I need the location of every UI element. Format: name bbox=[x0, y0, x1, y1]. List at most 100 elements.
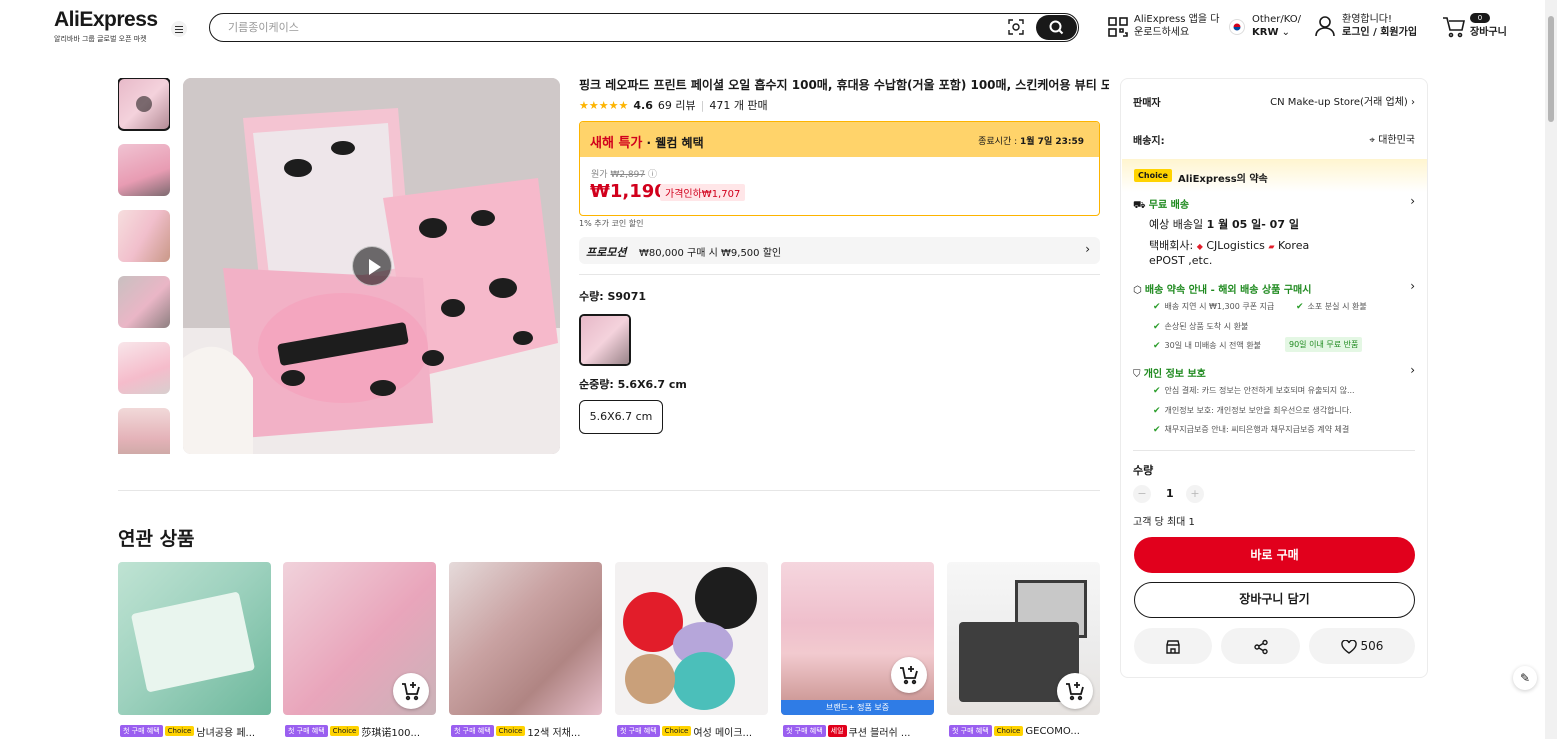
choice-promise-text: AliExpress의 약속 bbox=[1178, 174, 1268, 185]
related-product-image[interactable] bbox=[449, 562, 602, 715]
promotion-text: ₩80,000 구매 시 ₩9,500 할인 bbox=[639, 248, 782, 259]
edit-pencil-icon[interactable]: ✎ bbox=[1513, 666, 1537, 690]
privacy-title: 개인 정보 보호 bbox=[1143, 369, 1206, 380]
related-product-image[interactable]: 브랜드+ 정품 보증 bbox=[781, 562, 934, 715]
cart-label[interactable]: 장바구니 bbox=[1470, 26, 1507, 39]
product-name: 쿠션 블러쉬 ... bbox=[848, 727, 911, 739]
first-purchase-badge: 첫 구매 혜택 bbox=[783, 725, 826, 737]
related-product-title[interactable]: 첫 구매 혜택 Choice 여성 메이크... bbox=[617, 723, 770, 739]
app-download-link[interactable]: AliExpress 앱을 다 운로드하세요 bbox=[1134, 13, 1219, 39]
korea-flag-icon bbox=[1229, 19, 1245, 35]
search-input[interactable] bbox=[228, 19, 988, 35]
delivery-promise-title: 배송 약속 안내 - 해외 배송 상품 구매시 bbox=[1144, 285, 1312, 296]
first-purchase-badge: 첫 구매 혜택 bbox=[451, 725, 494, 737]
search-icon bbox=[1049, 20, 1064, 35]
price-cut-badge: 가격인하₩1,707 bbox=[660, 184, 746, 201]
eta-prefix: 예상 배송일 bbox=[1149, 218, 1207, 231]
page-scrollbar[interactable] bbox=[1545, 0, 1557, 739]
review-count[interactable]: 69 리뷰 bbox=[658, 97, 696, 113]
chevron-right-icon[interactable]: › bbox=[1410, 194, 1415, 208]
related-product-image[interactable] bbox=[283, 562, 436, 715]
choice-badge: Choice bbox=[661, 726, 692, 736]
thumbnail-video[interactable] bbox=[118, 78, 170, 131]
cart-count-badge: 0 bbox=[1470, 13, 1490, 23]
promotion-label: 프로모션 bbox=[586, 246, 627, 259]
promise-item-text: 손상된 상품 도착 시 환불 bbox=[1164, 322, 1249, 331]
product-title: 핑크 레오파드 프린트 페이셜 오일 흡수지 100매, 휴대용 수납함(거울 … bbox=[579, 78, 1109, 92]
thumbnail-image[interactable] bbox=[118, 342, 170, 394]
related-product-title[interactable]: 첫 구매 혜택 Choice GECOMO... bbox=[949, 723, 1102, 739]
add-to-cart-button[interactable] bbox=[891, 657, 927, 693]
wishlist-count: 506 bbox=[1360, 639, 1384, 653]
image-search-icon[interactable] bbox=[1008, 19, 1024, 35]
thumbnail-image[interactable] bbox=[118, 276, 170, 328]
ship-to-selector[interactable]: ⌖ 대한민국 bbox=[1369, 131, 1415, 146]
variant-option-image[interactable] bbox=[579, 314, 631, 366]
share-button[interactable] bbox=[1221, 628, 1300, 664]
store-button[interactable] bbox=[1134, 628, 1212, 664]
size-option-button[interactable]: 5.6X6.7 cm bbox=[579, 400, 663, 434]
buy-now-button[interactable]: 바로 구매 bbox=[1134, 537, 1415, 573]
chevron-right-icon[interactable]: › bbox=[1410, 279, 1415, 293]
thumbnail-image[interactable] bbox=[118, 408, 170, 454]
add-to-cart-button[interactable] bbox=[393, 673, 429, 709]
info-icon[interactable]: ⓘ bbox=[648, 170, 657, 180]
search-button[interactable] bbox=[1036, 15, 1077, 40]
choice-badge: Choice bbox=[495, 726, 526, 736]
quantity-label: 수량 bbox=[1133, 464, 1154, 477]
privacy-row[interactable]: ⛉ 개인 정보 보호 bbox=[1133, 365, 1206, 380]
brand-guarantee-banner: 브랜드+ 정품 보증 bbox=[781, 700, 934, 715]
chevron-right-icon: › bbox=[1411, 97, 1415, 108]
quantity-max-note: 고객 당 최대 1 bbox=[1133, 517, 1195, 528]
thumbnail-image[interactable] bbox=[118, 210, 170, 262]
chevron-down-icon: ⌄ bbox=[1281, 27, 1291, 38]
add-to-cart-button[interactable]: 장바구니 담기 bbox=[1134, 582, 1415, 618]
related-product-title[interactable]: 첫 구매 혜택 세일 쿠션 블러쉬 ... bbox=[783, 723, 936, 739]
thumbnail-image[interactable] bbox=[118, 144, 170, 196]
cart-plus-icon bbox=[402, 682, 420, 701]
wishlist-button[interactable]: 506 bbox=[1309, 628, 1415, 664]
quantity-decrease-button[interactable]: − bbox=[1133, 485, 1151, 503]
play-icon bbox=[136, 96, 152, 112]
delivery-promise-row[interactable]: ⬡ 배송 약속 안내 - 해외 배송 상품 구매시 bbox=[1133, 281, 1311, 296]
promotion-row[interactable]: 프로모션 ₩80,000 구매 시 ₩9,500 할인 › bbox=[579, 237, 1100, 264]
user-icon[interactable] bbox=[1315, 15, 1335, 37]
original-price: ₩2,897 bbox=[610, 170, 646, 180]
eta-date: 1 월 05 일- 07 일 bbox=[1206, 218, 1299, 231]
related-product-image[interactable] bbox=[615, 562, 768, 715]
related-product-title[interactable]: 첫 구매 혜택 Choice 莎琪诺100... bbox=[285, 723, 438, 739]
divider bbox=[579, 274, 1100, 275]
promise-item-text: 소포 분실 시 환불 bbox=[1307, 302, 1367, 311]
aliexpress-logo[interactable]: AliExpress 알리바바 그룹 글로벌 오픈 마켓 bbox=[54, 9, 158, 44]
seller-label: 판매자 bbox=[1133, 98, 1161, 109]
account-link[interactable]: 환영합니다! 로그인 / 회원가입 bbox=[1342, 13, 1417, 39]
add-to-cart-button[interactable] bbox=[1057, 673, 1093, 709]
shield-icon: ⛉ bbox=[1133, 369, 1141, 380]
privacy-item: ✔ 안심 결제: 카드 정보는 안전하게 보호되며 유출되지 않... bbox=[1153, 385, 1355, 396]
cart-icon[interactable] bbox=[1442, 16, 1466, 38]
related-product-title[interactable]: 첫 구매 혜택 Choice 12색 저채... bbox=[451, 723, 604, 739]
chevron-right-icon[interactable]: › bbox=[1410, 363, 1415, 377]
free-shipping-row[interactable]: ⛟ 무료 배송 bbox=[1133, 196, 1189, 213]
scrollbar-thumb[interactable] bbox=[1548, 16, 1554, 122]
region-selector[interactable]: Other/KO/ KRW ⌄ bbox=[1252, 13, 1301, 39]
quantity-increase-button[interactable]: + bbox=[1186, 485, 1204, 503]
divider: | bbox=[700, 98, 705, 112]
chevron-right-icon: › bbox=[1085, 242, 1090, 256]
login-link[interactable]: 로그인 / 회원가입 bbox=[1342, 27, 1417, 38]
seller-name: CN Make-up Store(거래 업체) bbox=[1270, 97, 1408, 108]
cj-logo-icon: ◆ bbox=[1196, 242, 1203, 251]
region-line1: Other/KO/ bbox=[1252, 14, 1302, 25]
related-product-image[interactable] bbox=[118, 562, 271, 715]
related-product-title[interactable]: 첫 구매 혜택 Choice 남녀공용 페... bbox=[120, 723, 273, 739]
seller-link[interactable]: CN Make-up Store(거래 업체) › bbox=[1270, 93, 1415, 108]
related-product-image[interactable] bbox=[947, 562, 1100, 715]
qr-code-icon[interactable] bbox=[1107, 16, 1129, 38]
deal-end-value: 1월 7일 23:59 bbox=[1020, 137, 1084, 147]
video-play-button[interactable] bbox=[352, 246, 392, 286]
choice-badge: Choice bbox=[164, 726, 195, 736]
promise-item-text: 배송 지연 시 ₩1,300 쿠폰 지급 bbox=[1164, 302, 1275, 311]
menu-icon[interactable] bbox=[171, 21, 187, 37]
main-product-image[interactable] bbox=[183, 78, 560, 454]
quantity-value[interactable]: 1 bbox=[1166, 487, 1174, 500]
